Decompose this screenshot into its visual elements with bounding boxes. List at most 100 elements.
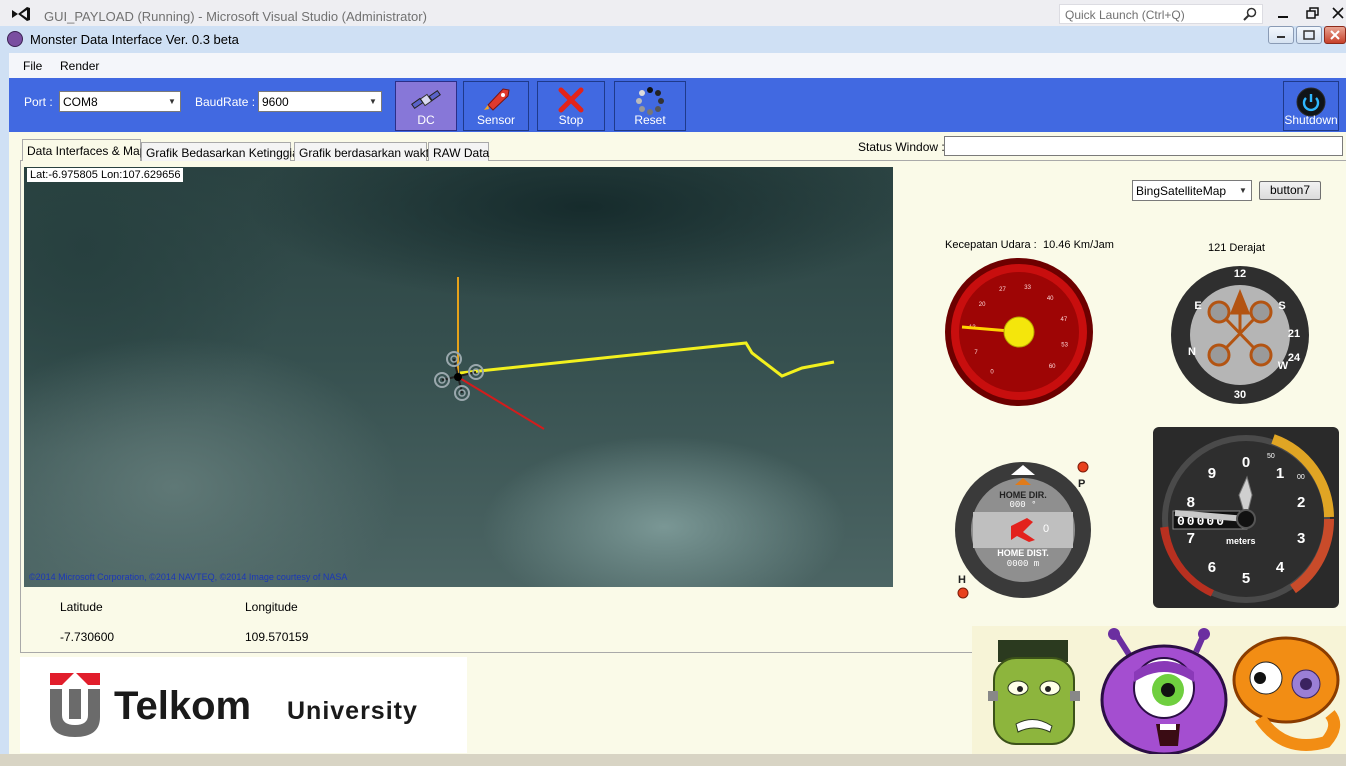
quick-launch-input[interactable]: Quick Launch (Ctrl+Q) bbox=[1059, 4, 1263, 24]
altimeter-dial-number: 4 bbox=[1276, 559, 1285, 576]
baudrate-select-value: 9600 bbox=[262, 95, 289, 109]
chevron-down-icon: ▼ bbox=[1239, 186, 1247, 195]
reset-button-label: Reset bbox=[634, 113, 666, 127]
port-select[interactable]: COM8 ▼ bbox=[59, 91, 181, 112]
telkom-university-logo-icon bbox=[50, 673, 100, 737]
map-copyright: ©2014 Microsoft Corporation, ©2014 NAVTE… bbox=[29, 572, 348, 582]
heading-caption: 121 Derajat bbox=[1208, 242, 1265, 254]
flight-track-path bbox=[459, 341, 835, 378]
longitude-label: Longitude bbox=[245, 600, 298, 614]
menu-render[interactable]: Render bbox=[60, 59, 99, 73]
tab-raw-data[interactable]: RAW Data bbox=[428, 142, 489, 161]
rocket-icon bbox=[484, 88, 510, 111]
dc-button[interactable]: DC bbox=[395, 81, 457, 131]
stop-button-label: Stop bbox=[558, 113, 584, 127]
altimeter-dial-number: 7 bbox=[1187, 530, 1195, 547]
longitude-value: 109.570159 bbox=[245, 630, 309, 644]
satellite-icon bbox=[411, 89, 441, 110]
purple-alien-monster-icon bbox=[1100, 628, 1228, 756]
altimeter-dial-number: 2 bbox=[1297, 494, 1305, 511]
minimize-icon bbox=[1277, 36, 1285, 38]
altimeter-dial-number: 5 bbox=[1242, 570, 1250, 587]
stop-icon bbox=[558, 87, 584, 113]
altimeter-dial-number: 8 bbox=[1187, 494, 1195, 511]
svg-text:24: 24 bbox=[1288, 352, 1301, 364]
home-mid-value: 0 bbox=[1043, 523, 1049, 535]
menu-file[interactable]: File bbox=[23, 59, 42, 73]
chevron-down-icon: ▼ bbox=[168, 97, 176, 106]
p-indicator: P bbox=[1077, 461, 1089, 490]
altimeter-dial-number: 0 bbox=[1242, 454, 1250, 471]
orange-lizard-monster-icon bbox=[1232, 636, 1341, 751]
altimeter-dial-number: 6 bbox=[1208, 559, 1216, 576]
svg-text:21: 21 bbox=[1288, 328, 1300, 340]
app-monster-icon bbox=[7, 31, 23, 47]
map-provider-value: BingSatelliteMap bbox=[1136, 184, 1227, 198]
latitude-value: -7.730600 bbox=[60, 630, 115, 644]
svg-text:S: S bbox=[1278, 300, 1285, 312]
airspeed-gauge: 071320273340475360 bbox=[945, 258, 1093, 406]
app-minimize-button[interactable] bbox=[1268, 26, 1294, 44]
minimize-icon[interactable] bbox=[1270, 4, 1296, 24]
quick-launch-placeholder: Quick Launch (Ctrl+Q) bbox=[1065, 8, 1185, 22]
h-indicator: H bbox=[957, 574, 969, 599]
chevron-down-icon: ▼ bbox=[369, 97, 377, 106]
sensor-button[interactable]: Sensor bbox=[463, 81, 529, 131]
latitude-label: Latitude bbox=[60, 600, 103, 614]
port-label: Port : bbox=[24, 95, 53, 109]
svg-text:N: N bbox=[1188, 346, 1196, 358]
tab-grafik-waktu[interactable]: Grafik berdasarkan waktu bbox=[294, 142, 436, 161]
dc-button-label: DC bbox=[417, 113, 435, 127]
shutdown-button[interactable]: Shutdown bbox=[1283, 81, 1339, 131]
airspeed-tick-label: 33 bbox=[1024, 285, 1031, 291]
close-icon bbox=[1330, 30, 1340, 40]
airspeed-tick-label: 27 bbox=[999, 287, 1006, 293]
taskbar bbox=[0, 754, 1346, 766]
app-close-button[interactable] bbox=[1324, 26, 1346, 44]
altimeter-dial-number: 9 bbox=[1208, 465, 1216, 482]
home-dist-label: HOME DIST. bbox=[997, 548, 1049, 558]
airspeed-value: 10.46 Km/Jam bbox=[1043, 239, 1114, 251]
status-window-field[interactable] bbox=[944, 136, 1343, 156]
frankenstein-monster-icon bbox=[988, 640, 1080, 745]
airspeed-tick-label: 40 bbox=[1047, 296, 1054, 302]
svg-text:30: 30 bbox=[1234, 389, 1246, 401]
altimeter-small-label: 50 bbox=[1267, 453, 1275, 460]
button7[interactable]: button7 bbox=[1259, 181, 1321, 200]
svg-text:12: 12 bbox=[1234, 268, 1246, 280]
shutdown-button-label: Shutdown bbox=[1284, 113, 1338, 127]
reset-button[interactable]: Reset bbox=[614, 81, 686, 131]
status-window-label: Status Window : bbox=[858, 140, 945, 154]
airspeed-caption: Kecepatan Udara : bbox=[945, 239, 1037, 251]
altimeter-small-label-2: 00 bbox=[1297, 474, 1305, 481]
altimeter-gauge: 0123456789 50 00 00000 meters bbox=[1153, 427, 1339, 608]
vs-window-title: GUI_PAYLOAD (Running) - Microsoft Visual… bbox=[44, 9, 427, 24]
map-overlay bbox=[434, 277, 835, 430]
home-dir-value: 000 ° bbox=[1009, 500, 1036, 510]
close-icon[interactable] bbox=[1326, 4, 1346, 24]
restore-icon[interactable] bbox=[1300, 4, 1326, 24]
loading-spinner-icon bbox=[636, 87, 664, 115]
baudrate-select[interactable]: 9600 ▼ bbox=[258, 91, 382, 112]
map-provider-select[interactable]: BingSatelliteMap ▼ bbox=[1132, 180, 1252, 201]
svg-text:E: E bbox=[1194, 300, 1201, 312]
baudrate-label: BaudRate : bbox=[195, 95, 256, 109]
tab-grafik-ketinggian[interactable]: Grafik Bedasarkan Ketinggian bbox=[141, 142, 305, 161]
airspeed-tick-label: 60 bbox=[1049, 364, 1056, 370]
brand-subtitle: University bbox=[287, 697, 418, 725]
menu-bar: File Render bbox=[9, 53, 1346, 78]
heading-gauge: 12SW 30EN 2124 bbox=[1171, 266, 1309, 404]
airspeed-tick-label: 20 bbox=[979, 302, 986, 308]
stop-button[interactable]: Stop bbox=[537, 81, 605, 131]
altimeter-dial-number: 1 bbox=[1276, 465, 1284, 482]
airspeed-tick-label: 47 bbox=[1061, 317, 1068, 323]
home-dir-label: HOME DIR. bbox=[999, 490, 1047, 500]
app-window-controls bbox=[1268, 26, 1346, 46]
vs-title-bar: GUI_PAYLOAD (Running) - Microsoft Visual… bbox=[0, 0, 1346, 28]
altimeter-dial-number: 3 bbox=[1297, 530, 1305, 547]
maximize-icon bbox=[1303, 30, 1315, 40]
brand-wordmark: Telkom bbox=[114, 684, 252, 728]
tab-data-interfaces-map[interactable]: Data Interfaces & Map bbox=[22, 139, 146, 161]
app-maximize-button[interactable] bbox=[1296, 26, 1322, 44]
sensor-button-label: Sensor bbox=[476, 113, 516, 127]
